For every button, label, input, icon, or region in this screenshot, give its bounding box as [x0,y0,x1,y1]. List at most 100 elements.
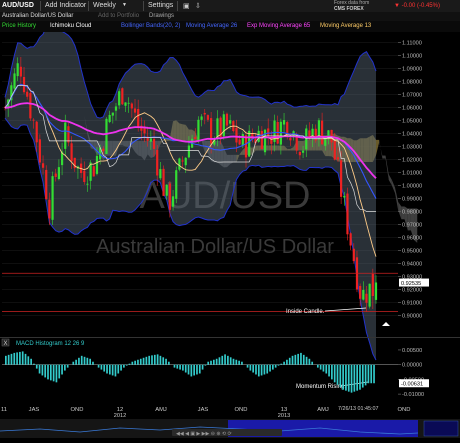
macd-bar [232,358,235,365]
macd-bar [198,364,201,374]
macd-bar [139,358,142,365]
macd-bar [182,364,184,371]
close-icon: X [4,341,8,347]
settings-button[interactable]: Settings [148,2,173,9]
period-dropdown[interactable]: Weekly [93,2,116,9]
candle-body [263,129,267,153]
price-axis: 1.11000 1.10000 1.09000 1.08000 1.07000 1.060… [382,41,429,326]
timestamp-label: 7/26/13 01:45:07 [338,406,378,412]
macd-bar [159,355,162,365]
candle-body [13,73,16,89]
candle-body [270,139,273,144]
candle-body [54,173,57,177]
macd-bar [92,361,94,365]
candle-body [41,163,45,168]
candle-body [102,148,105,152]
candle-body [184,157,187,166]
candle-body [26,91,29,97]
macd-bar [38,364,41,374]
macd-bar [370,364,373,384]
macd-bar [322,364,325,372]
candle-body [229,120,232,124]
candle-body [235,127,238,143]
macd-bar [44,364,47,378]
macd-bar [131,361,134,365]
candle-body [362,289,365,300]
price-tick-label: 0.90000 [402,314,422,320]
candle-body [203,112,206,115]
macd-bar [66,364,69,368]
candle-body [343,195,346,198]
time-label: JAS [29,407,40,413]
candle-body [70,143,73,162]
time-label: OND [235,407,248,413]
macd-bar [41,364,44,376]
macd-bar [277,364,280,366]
symbol-field[interactable]: AUD/USD [2,2,34,9]
macd-bar [294,354,297,365]
macd-bar [165,358,167,365]
time-label: AMJ [317,407,329,413]
candle-body [374,282,378,300]
price-tick-label: 1.11000 [402,41,422,47]
candle-body [371,273,374,296]
macd-bar [7,354,10,365]
indicator-ema65[interactable]: Exp Moving Average 65 [247,23,310,29]
macd-bar [128,363,131,365]
candle-body [118,91,121,106]
macd-bar [345,364,347,391]
price-tick-label: 1.03000 [402,145,422,151]
timeline-handle[interactable] [423,420,459,437]
macd-bar [97,364,100,368]
macd-bar [235,359,238,365]
candle-body [162,168,165,196]
macd-bar [288,357,291,365]
macd-bar [78,357,80,365]
indicator-ma13[interactable]: Moving Average 13 [320,23,371,29]
candle-body [175,170,178,199]
indicator-price-history[interactable]: Price History [2,23,36,29]
macd-bar [16,352,18,365]
timeline-navigator[interactable]: ◀◀ ◀ ▣ ▶ ▶▶ ⊖ ⊕ ⟲ ⟳ [0,419,460,438]
macd-bar [361,364,364,388]
macd-bar [114,364,117,377]
add-to-portfolio-link[interactable]: Add to Portfolio [98,13,139,19]
macd-bar [300,352,302,365]
add-indicator-button[interactable]: Add Indicator [45,2,86,9]
time-label: OND [71,407,84,413]
indicator-bollinger[interactable]: Bollinger Bands(20, 2) [121,23,180,29]
timeline-svg: ◀◀ ◀ ▣ ▶ ▶▶ ⊖ ⊕ ⟲ ⟳ [0,419,460,438]
macd-bar [241,361,243,365]
candle-body [289,138,292,141]
price-chart[interactable]: AUD/USD Australian Dollar/US Dollar 1.11… [0,32,460,438]
macd-bar [347,364,350,392]
macd-bar [196,364,198,375]
candle-body [137,108,140,128]
macd-bar [162,357,165,365]
macd-bar [249,364,252,371]
macd-bar [325,364,328,374]
candle-body [181,160,184,162]
period-chevron-down-icon[interactable]: ▼ [122,2,127,8]
export-icon[interactable]: ⇩ [195,2,201,10]
scroll-marker-icon [382,322,390,326]
macd-bar [308,358,311,365]
macd-bar [210,360,212,365]
candle-body [108,114,111,123]
indicator-legend: Price History Ichimoku Cloud Bollinger B… [0,21,460,32]
price-tick-label: 0.97000 [402,223,422,229]
macd-tick-label: -0.01000 [402,392,424,398]
candle-body [248,130,251,157]
cloud-segment [388,174,392,186]
macd-bar [274,364,277,368]
indicator-ichimoku[interactable]: Ichimoku Cloud [50,23,91,29]
macd-bar [319,364,322,370]
indicator-ma26[interactable]: Moving Average 26 [186,23,237,29]
print-icon[interactable]: ▣ [183,2,190,10]
drawings-menu[interactable]: Drawings [149,13,174,19]
macd-bar [311,361,314,365]
macd-bar [89,358,92,365]
price-tick-label: 0.96000 [402,236,422,242]
time-label: JAS [198,407,209,413]
candle-body [349,233,352,246]
